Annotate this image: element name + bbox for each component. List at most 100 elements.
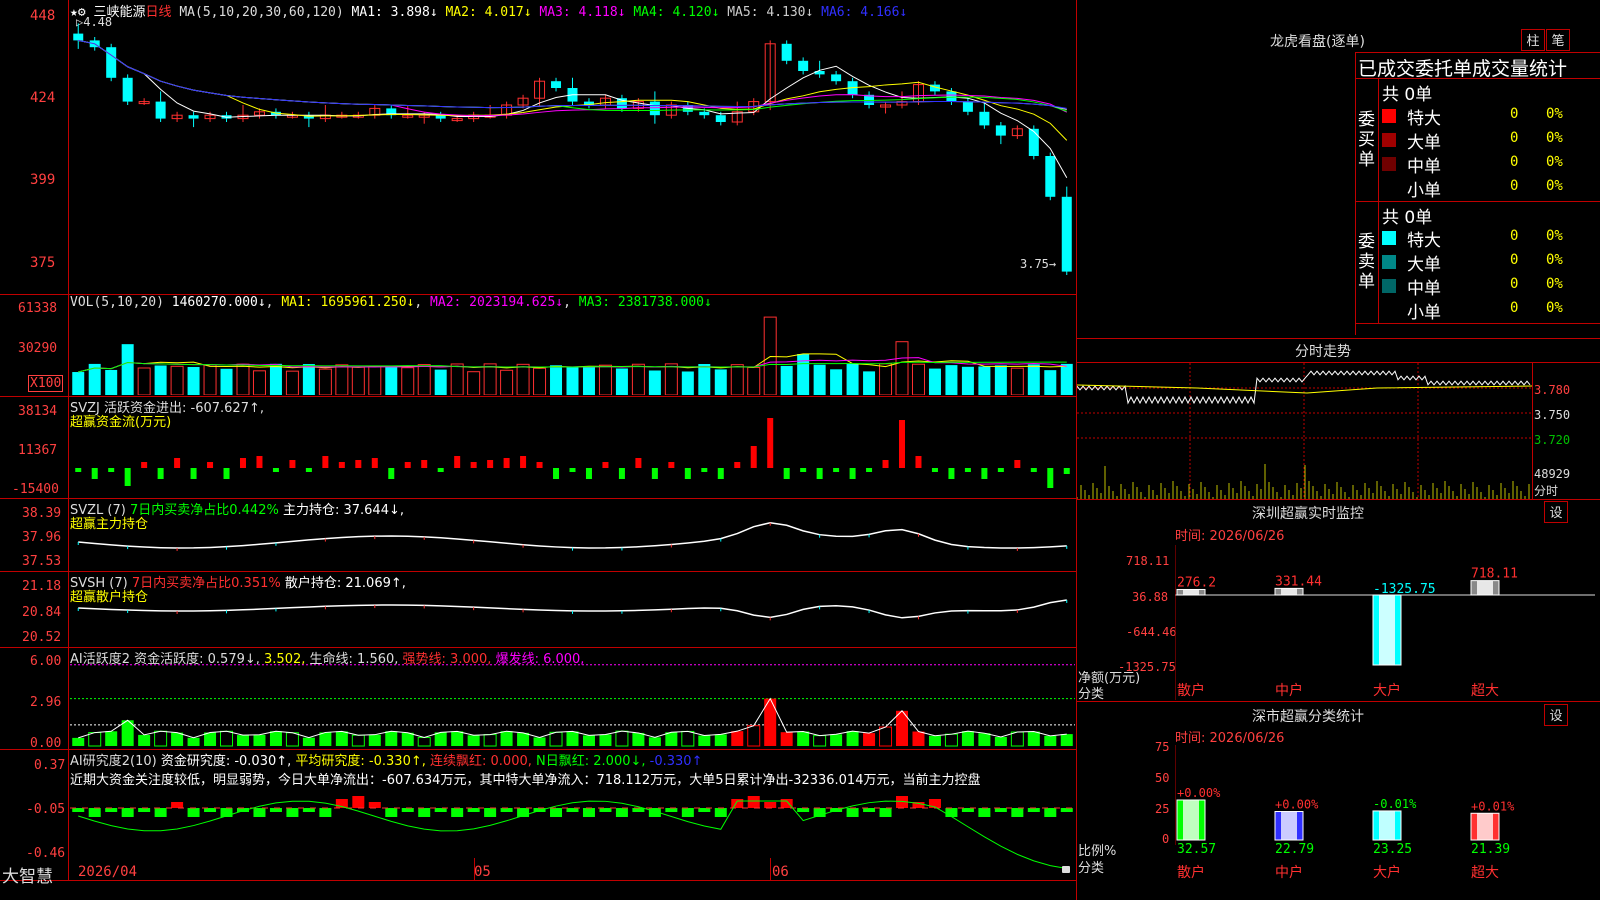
ai-axis-label: 2.96 — [30, 695, 62, 710]
fund-flow-bar — [1047, 468, 1054, 488]
volume-bar — [631, 363, 645, 395]
monitor-axis-label: 36.88 — [1132, 590, 1169, 604]
svsh-chart[interactable] — [70, 586, 1075, 646]
volume-bar — [170, 365, 184, 395]
bar-value-label: 21.39 — [1471, 842, 1510, 857]
volume-bar — [945, 365, 958, 395]
research-bar — [385, 808, 398, 817]
price-chart[interactable] — [70, 20, 1075, 292]
fund-flow-bar — [503, 458, 510, 468]
activity-bar — [401, 732, 414, 746]
research-bar — [945, 808, 958, 817]
volume-chart[interactable] — [70, 310, 1075, 395]
volume-bar — [681, 371, 694, 395]
legend-swatch — [1382, 109, 1396, 123]
fund-flow-bar — [816, 468, 823, 479]
volume-bar — [105, 369, 118, 395]
fund-flow-bar — [849, 468, 856, 479]
activity-bar — [517, 732, 530, 746]
monitor-axis-label: -644.46 — [1126, 625, 1177, 639]
bar-mode-button[interactable]: 柱 — [1521, 29, 1545, 51]
classify-axis-label: 25 — [1155, 802, 1170, 816]
fund-flow-bar — [141, 462, 148, 468]
svzl-axis-label: 37.53 — [22, 554, 62, 569]
activity-bar — [171, 732, 184, 746]
activity-bar — [154, 730, 168, 747]
activity-bar — [302, 737, 315, 746]
intraday-chart[interactable] — [1077, 363, 1532, 499]
activity-bar — [747, 725, 761, 747]
research-bar — [978, 808, 991, 817]
volume-bar — [252, 370, 266, 395]
change-label: +0.01% — [1471, 799, 1515, 813]
volume-bar — [368, 365, 382, 395]
order-category: 特大 — [1407, 109, 1441, 129]
volume-bar — [598, 364, 612, 395]
activity-bar — [220, 730, 234, 747]
monitor-settings-button[interactable]: 设 — [1544, 501, 1568, 523]
activity-bar — [1027, 731, 1040, 746]
research-bar — [797, 808, 810, 812]
research-bar — [500, 808, 513, 812]
svzl-axis-label: 38.39 — [22, 506, 62, 521]
tick-mode-button[interactable]: 笔 — [1546, 29, 1570, 51]
fund-flow-bar — [964, 468, 971, 472]
fund-flow-bar — [437, 468, 444, 472]
volume-bar — [121, 344, 134, 395]
research-bar — [879, 808, 892, 817]
order-value: 0 — [1510, 154, 1519, 170]
activity-bar — [285, 732, 299, 747]
volume-bar — [187, 366, 200, 395]
volume-bar — [351, 366, 365, 395]
volume-bar — [994, 365, 1007, 395]
svzj-chart[interactable] — [70, 410, 1075, 496]
lock-icon[interactable] — [1062, 866, 1070, 873]
activity-bar — [385, 731, 398, 746]
activity-bar — [105, 731, 118, 746]
svzl-chart[interactable] — [70, 510, 1075, 570]
volume-bar — [285, 370, 299, 395]
fund-flow-bar — [997, 468, 1004, 472]
candle — [155, 101, 166, 119]
activity-bar — [1010, 731, 1024, 747]
fund-flow-bar — [157, 468, 164, 479]
monitor-title: 深圳超赢实时监控 — [1252, 506, 1364, 522]
ai-activity-chart[interactable] — [70, 660, 1075, 748]
order-category: 小单 — [1407, 181, 1441, 201]
fund-flow-bar — [207, 462, 214, 468]
monitor-axis-label: 718.11 — [1126, 554, 1170, 568]
period-label[interactable]: 日线 — [146, 5, 172, 20]
candle — [699, 111, 710, 116]
volume-bar — [269, 363, 282, 395]
candle — [995, 125, 1006, 136]
price-axis-label: 424 — [30, 90, 56, 106]
price-axis-label: 448 — [30, 8, 56, 24]
activity-bar — [714, 734, 727, 746]
buy-orders-label: 委买单 — [1358, 110, 1375, 170]
research-bar — [714, 808, 727, 817]
fund-flow-bar — [1030, 468, 1037, 472]
fund-flow-bar — [256, 456, 263, 468]
research-bar — [665, 808, 678, 812]
candle — [781, 43, 792, 61]
fund-flow-bar — [750, 446, 757, 468]
volume-bar — [72, 372, 85, 395]
activity-bar — [912, 731, 925, 746]
legend-swatch — [1382, 231, 1396, 245]
volume-bar — [582, 366, 595, 395]
order-value: 0 — [1510, 178, 1519, 194]
classify-chart: +0.00% 32.57 散户 +0.00% 22.79 中户 -0.01% 23.25 大户 +… — [1175, 745, 1515, 881]
category-label: 大户 — [1373, 864, 1401, 881]
fund-flow-bar — [899, 420, 906, 468]
ma3-value: MA3: 4.118↓ — [539, 5, 626, 20]
classify-settings-button[interactable]: 设 — [1544, 704, 1568, 726]
fund-flow-bar — [866, 468, 873, 472]
fund-flow-bar — [305, 468, 312, 472]
bar-value-label: 23.25 — [1373, 842, 1412, 857]
category-label: 超大 — [1471, 683, 1499, 699]
fund-flow-bar — [553, 468, 560, 479]
research-chart[interactable] — [70, 786, 1075, 878]
volume-bar — [203, 364, 217, 395]
volume-bar — [516, 363, 530, 395]
volume-bar — [137, 367, 151, 395]
